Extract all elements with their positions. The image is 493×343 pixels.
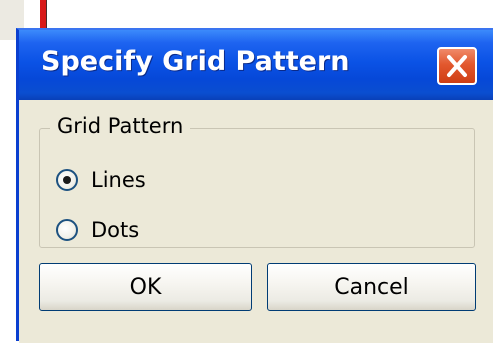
grid-pattern-dialog: Specify Grid Pattern Grid Pattern Lines …: [16, 28, 493, 343]
radio-selected-dot-icon: [63, 176, 71, 184]
dialog-title: Specify Grid Pattern: [41, 46, 350, 77]
cancel-button[interactable]: Cancel: [267, 263, 476, 311]
radio-dots[interactable]: Dots: [56, 213, 139, 247]
close-x-icon: [447, 55, 467, 77]
radio-dots-label: Dots: [91, 218, 140, 242]
dialog-body: Grid Pattern Lines Dots OK Cancel: [19, 100, 493, 343]
ok-button[interactable]: OK: [39, 263, 252, 311]
dialog-titlebar[interactable]: Specify Grid Pattern: [19, 30, 493, 100]
radio-lines[interactable]: Lines: [56, 163, 146, 197]
radio-lines-button[interactable]: [56, 169, 78, 191]
radio-dots-button[interactable]: [56, 219, 78, 241]
groupbox-label: Grid Pattern: [50, 114, 191, 138]
close-button[interactable]: [437, 47, 477, 85]
radio-lines-label: Lines: [91, 168, 146, 192]
